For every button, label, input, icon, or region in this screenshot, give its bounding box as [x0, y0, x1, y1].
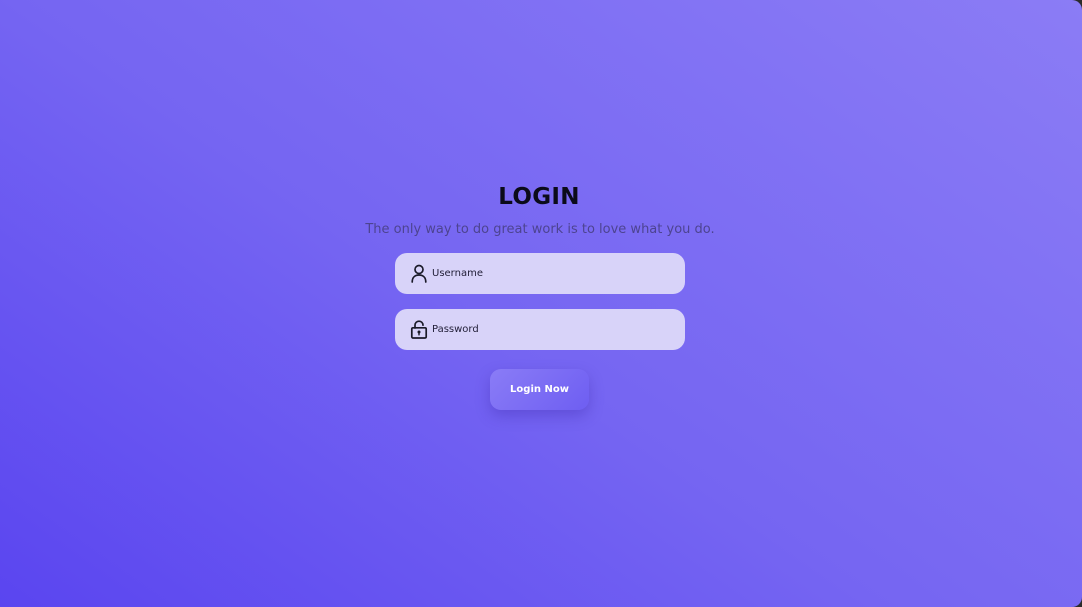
login-button[interactable]: Login Now	[490, 369, 589, 410]
user-icon	[410, 264, 428, 283]
page-title: LOGIN	[498, 184, 580, 210]
login-screen: LOGIN The only way to do great work is t…	[0, 0, 1082, 607]
login-subtitle: The only way to do great work is to love…	[365, 222, 715, 237]
username-input[interactable]	[432, 253, 672, 294]
password-input[interactable]	[432, 309, 672, 350]
password-field[interactable]	[395, 309, 685, 350]
username-field[interactable]	[395, 253, 685, 294]
lock-icon	[410, 320, 428, 339]
login-form: LOGIN The only way to do great work is t…	[0, 182, 1082, 422]
